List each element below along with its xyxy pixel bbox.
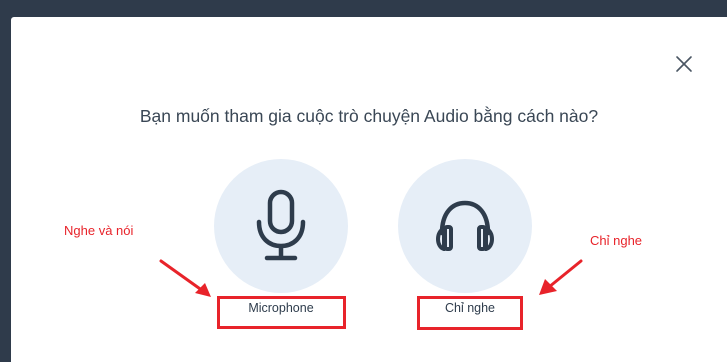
annotation-speak-listen: Nghe và nói bbox=[64, 223, 134, 238]
headphones-icon bbox=[436, 200, 494, 251]
annotation-arrow-left bbox=[159, 259, 211, 297]
listen-only-label[interactable]: Chỉ nghe bbox=[418, 297, 522, 319]
microphone-option-button[interactable] bbox=[214, 159, 348, 293]
dialog-prompt: Bạn muốn tham gia cuộc trò chuyện Audio … bbox=[139, 106, 599, 126]
listen-only-option-button[interactable] bbox=[398, 159, 532, 293]
microphone-label[interactable]: Microphone bbox=[217, 297, 345, 319]
microphone-icon bbox=[256, 189, 306, 261]
close-button[interactable] bbox=[671, 51, 697, 77]
close-icon bbox=[676, 56, 692, 72]
audio-join-dialog: Bạn muốn tham gia cuộc trò chuyện Audio … bbox=[11, 17, 727, 362]
annotation-listen-only: Chỉ nghe bbox=[590, 233, 643, 248]
annotation-arrow-right bbox=[539, 259, 583, 295]
